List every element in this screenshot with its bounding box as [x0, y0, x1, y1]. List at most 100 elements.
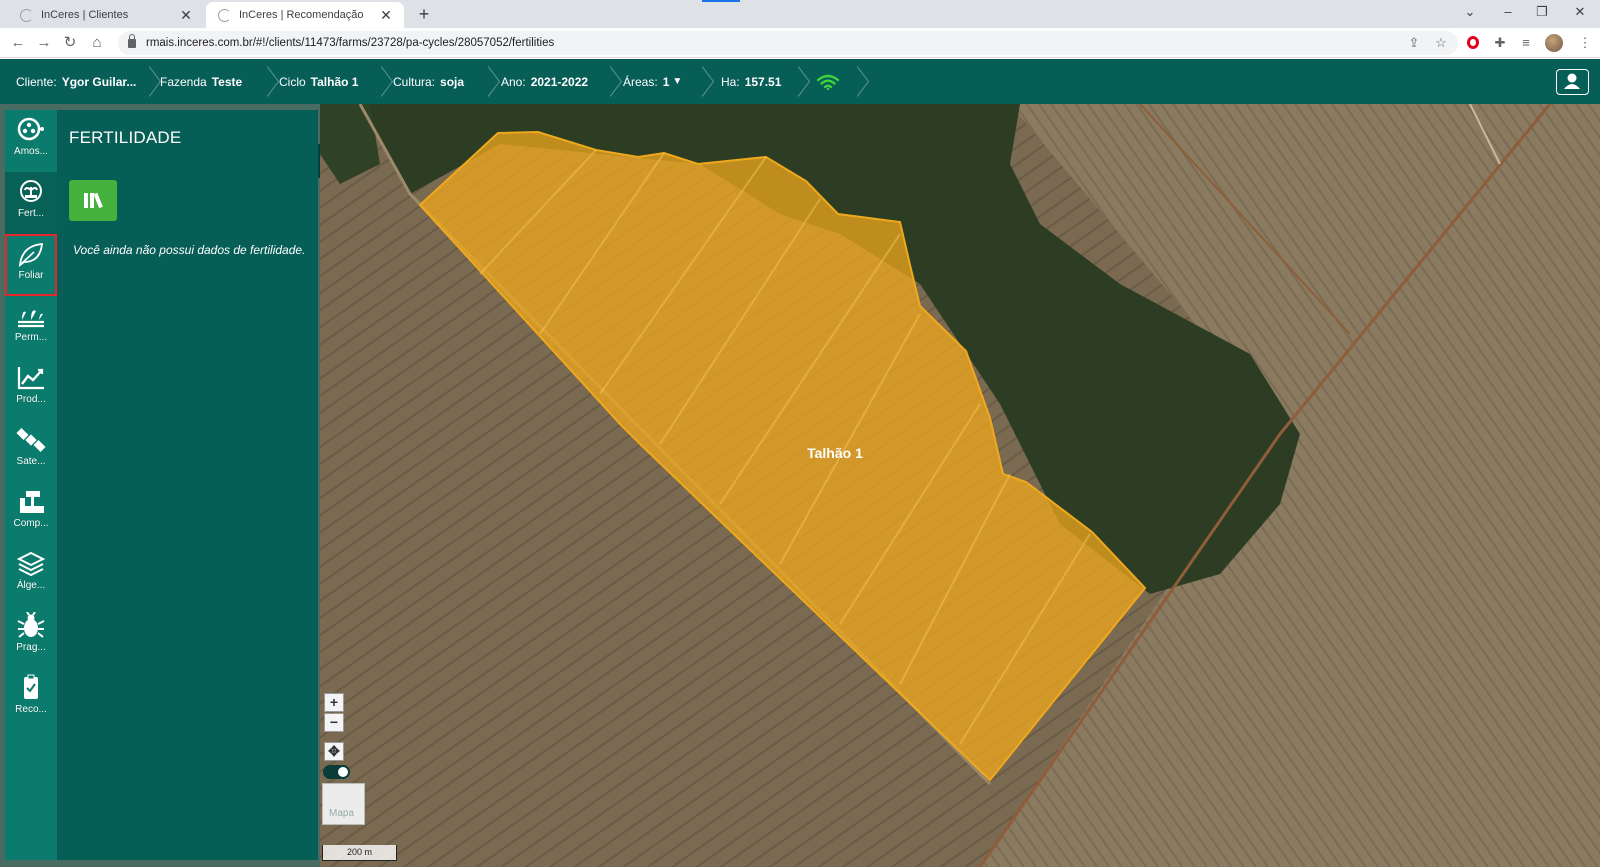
breadcrumb-fazenda[interactable]: Fazenda Teste [160, 59, 242, 104]
tab-title: InCeres | Clientes [41, 9, 129, 21]
sidebar-item-label: Fert... [17, 208, 45, 219]
basemap-thumbnail-label: Mapa [329, 808, 355, 819]
breadcrumb-separator-icon [701, 65, 713, 98]
sidebar-item-foliar[interactable]: Foliar [5, 234, 57, 296]
sidebar-item-label: Prod... [16, 394, 46, 405]
breadcrumb-separator-icon [797, 65, 809, 98]
close-tab-icon[interactable]: ✕ [178, 7, 194, 24]
tab-title: InCeres | Recomendação [239, 9, 364, 21]
breadcrumb-ano[interactable]: Ano: 2021-2022 [501, 59, 588, 104]
map-view[interactable]: Talhão 1 [320, 104, 1600, 867]
reload-icon[interactable]: ↻ [60, 33, 80, 53]
sidebar-item-label: Comp... [13, 518, 49, 529]
breadcrumb-ha: Ha: 157.51 [721, 59, 781, 104]
restore-icon[interactable]: ❐ [1532, 4, 1552, 20]
profile-avatar[interactable] [1545, 34, 1563, 52]
sidebar-item-pragas[interactable]: Prag... [5, 606, 57, 668]
app-header: Cliente: Ygor Guilar... Fazenda Teste Ci… [0, 59, 1600, 104]
breadcrumb-value: Ygor Guilar... [61, 74, 137, 89]
browser-tabstrip: InCeres | Clientes ✕ InCeres | Recomenda… [0, 0, 1600, 28]
browser-toolbar: ← → ↻ ⌂ rmais.inceres.com.br/#!/clients/… [0, 28, 1600, 58]
sidebar-item-label: Amos... [14, 146, 48, 157]
panel-title: FERTILIDADE [69, 128, 182, 147]
media-queue-icon[interactable]: ≡ [1518, 35, 1534, 51]
recommendation-icon [24, 674, 38, 699]
browser-tab-recomendacao[interactable]: InCeres | Recomendação ✕ [206, 2, 404, 28]
sidebar-item-fertilidade[interactable]: Fert... [5, 172, 57, 234]
lock-icon [128, 33, 136, 48]
forward-arrow-icon[interactable]: → [34, 33, 54, 53]
breadcrumb-label: Cliente: [16, 74, 57, 89]
tab-search-icon[interactable]: ⌄ [1460, 4, 1480, 20]
layer-toggle-switch[interactable] [323, 765, 350, 779]
breadcrumb-label: Ciclo [279, 74, 306, 89]
library-button[interactable] [69, 180, 117, 221]
breadcrumb-separator-icon [380, 65, 392, 98]
pest-icon [17, 612, 45, 638]
layers-icon [16, 551, 46, 577]
leaf-icon [18, 242, 44, 267]
breadcrumb-separator-icon [487, 65, 499, 98]
empty-state-message: Você ainda não possui dados de fertilida… [73, 243, 306, 257]
breadcrumb-value: 2021-2022 [530, 74, 589, 89]
sampling-icon [17, 117, 44, 141]
breadcrumb-cliente[interactable]: Cliente: Ygor Guilar... [16, 59, 136, 104]
breadcrumb-label: Ha: [721, 74, 740, 89]
user-account-button[interactable] [1556, 69, 1589, 95]
fertility-panel: FERTILIDADE Você ainda não possui dados … [57, 110, 318, 860]
close-tab-icon[interactable]: ✕ [378, 7, 394, 24]
bookmark-star-icon[interactable]: ☆ [1433, 35, 1449, 51]
sidebar-item-label: Sate... [16, 456, 46, 467]
breadcrumb-value: Teste [211, 74, 243, 89]
home-icon[interactable]: ⌂ [87, 33, 107, 53]
sidebar-item-label: Álge... [16, 580, 46, 591]
close-window-icon[interactable]: ✕ [1570, 4, 1590, 20]
breadcrumb-areas-dropdown[interactable]: Áreas: 1 ▼ [623, 59, 682, 104]
sidebar-item-algebra[interactable]: Álge... [5, 544, 57, 606]
breadcrumb-label: Áreas: [623, 74, 658, 89]
sidebar-item-perm[interactable]: Perm... [5, 296, 57, 358]
pan-move-button[interactable]: ✥ [324, 742, 344, 761]
sidebar-item-compactacao[interactable]: Comp... [5, 482, 57, 544]
wifi-icon [817, 74, 839, 90]
breadcrumb-separator-icon [148, 65, 160, 98]
sidebar-item-label: Perm... [14, 332, 48, 343]
module-sidebar: Amos... Fert... Foliar Perm... Prod... S… [5, 110, 57, 860]
zoom-in-button[interactable]: + [324, 693, 344, 712]
compaction-icon [20, 491, 44, 513]
share-icon[interactable]: ⇪ [1406, 35, 1422, 51]
browser-menu-icon[interactable]: ⋮ [1577, 35, 1593, 51]
sidebar-item-recomendacao[interactable]: Reco... [5, 668, 57, 730]
breadcrumb-value: 157.51 [744, 74, 782, 89]
zoom-out-button[interactable]: − [324, 713, 344, 732]
loading-favicon-icon [20, 8, 33, 22]
breadcrumb-value: 1 [662, 74, 670, 89]
perennial-icon [18, 310, 44, 328]
sidebar-item-amostragem[interactable]: Amos... [5, 110, 57, 172]
chevron-down-icon: ▼ [672, 76, 683, 87]
breadcrumb-ciclo[interactable]: Ciclo Talhão 1 [279, 59, 358, 104]
satellite-icon [16, 427, 46, 453]
breadcrumb-cultura[interactable]: Cultura: soja [393, 59, 464, 104]
breadcrumb-separator-icon [856, 65, 868, 98]
fertility-icon [20, 180, 42, 202]
minimize-icon[interactable]: – [1498, 4, 1518, 19]
extensions-puzzle-icon[interactable]: ✚ [1492, 35, 1508, 51]
opera-extension-icon[interactable] [1467, 36, 1479, 49]
breadcrumb-label: Cultura: [393, 74, 436, 89]
user-icon [1564, 73, 1580, 89]
tab-loading-indicator [702, 0, 740, 2]
breadcrumb-value: soja [440, 74, 465, 89]
sidebar-item-label: Reco... [15, 704, 47, 715]
address-bar[interactable]: rmais.inceres.com.br/#!/clients/11473/fa… [118, 31, 1458, 55]
new-tab-button[interactable]: + [414, 4, 434, 25]
browser-tab-clientes[interactable]: InCeres | Clientes ✕ [8, 2, 204, 28]
breadcrumb-label: Ano: [501, 74, 526, 89]
map-scale-bar: 200 m [322, 845, 397, 861]
sidebar-item-produtividade[interactable]: Prod... [5, 358, 57, 420]
sidebar-item-label: Prag... [16, 642, 46, 653]
library-books-icon [84, 192, 103, 209]
loading-favicon-icon [218, 8, 231, 22]
sidebar-item-satelite[interactable]: Sate... [5, 420, 57, 482]
back-arrow-icon[interactable]: ← [8, 33, 28, 53]
